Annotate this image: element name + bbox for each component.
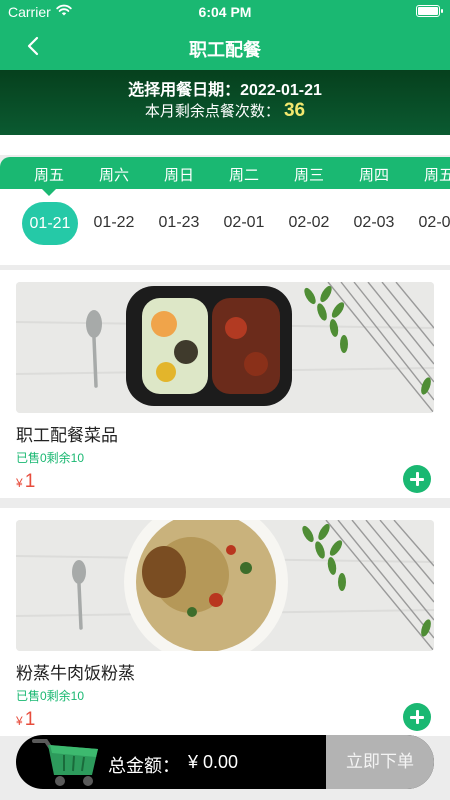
dish-price-value: 1 — [24, 709, 36, 730]
dish-stock: 已售0剩余10 — [16, 451, 85, 465]
date-tab[interactable]: 02-03 — [342, 214, 406, 232]
battery-icon — [416, 5, 443, 17]
weekday-tab[interactable]: 周六 — [84, 164, 144, 185]
add-to-cart-button[interactable] — [403, 703, 431, 731]
remaining-count-label: 本月剩余点餐次数： — [144, 103, 280, 120]
date-tab-selected[interactable]: 01-21 — [22, 202, 78, 245]
dish-price: ¥1 — [16, 709, 35, 731]
date-tabs: 01-21 01-22 01-23 02-01 02-02 02-03 02-0… — [0, 189, 450, 265]
header-spacer — [0, 135, 450, 155]
date-tab[interactable]: 02-02 — [277, 214, 341, 232]
meal-date-line: 选择用餐日期：2022-01-21 — [0, 76, 450, 100]
currency-symbol: ¥ — [16, 714, 23, 728]
shopping-cart-icon[interactable] — [28, 735, 106, 789]
date-tab[interactable]: 01-22 — [82, 214, 146, 232]
weekday-tab[interactable]: 周日 — [149, 164, 209, 185]
weekday-tab[interactable]: 周二 — [214, 164, 274, 185]
dish-photo — [16, 282, 434, 413]
weekday-tab[interactable]: 周五 — [409, 164, 450, 185]
weekday-tab[interactable]: 周三 — [279, 164, 339, 185]
dish-stock: 已售0剩余10 — [16, 689, 85, 703]
date-tab[interactable]: 02-01 — [212, 214, 276, 232]
remaining-count-line: 本月剩余点餐次数： 36 — [0, 100, 450, 122]
date-tab[interactable]: 02-04 — [407, 214, 450, 232]
weekday-tab[interactable]: 周五 — [19, 164, 79, 185]
dish-photo — [16, 520, 434, 651]
weekday-tabs: 周五 周六 周日 周二 周三 周四 周五 — [0, 157, 450, 189]
remaining-count-value: 36 — [283, 100, 306, 121]
dish-price-value: 1 — [24, 471, 36, 492]
dish-name: 职工配餐菜品 — [16, 426, 118, 445]
add-to-cart-button[interactable] — [403, 465, 431, 493]
date-tab[interactable]: 01-23 — [147, 214, 211, 232]
total-amount-label: 总金额： — [108, 756, 180, 776]
dish-price: ¥1 — [16, 471, 35, 493]
status-bar: Carrier 6:04 PM — [0, 0, 450, 24]
meal-date-value: 2022-01-21 — [240, 82, 322, 99]
dish-card: 职工配餐菜品 已售0剩余10 ¥1 — [0, 270, 450, 498]
dish-card: 粉蒸牛肉饭粉蒸 已售0剩余10 ¥1 — [0, 508, 450, 736]
cart-bar: 总金额： ¥ 0.00 立即下单 — [16, 735, 434, 789]
meal-info-banner: 选择用餐日期：2022-01-21 本月剩余点餐次数： 36 — [0, 70, 450, 135]
clock: 6:04 PM — [198, 4, 252, 20]
meal-date-label: 选择用餐日期： — [128, 82, 241, 99]
place-order-button[interactable]: 立即下单 — [326, 735, 434, 789]
currency-symbol: ¥ — [16, 476, 23, 490]
dish-name: 粉蒸牛肉饭粉蒸 — [16, 664, 135, 683]
total-amount-value: ¥ 0.00 — [188, 752, 239, 772]
selected-date-caret — [42, 189, 56, 196]
weekday-tab[interactable]: 周四 — [344, 164, 404, 185]
nav-bar: 职工配餐 — [0, 24, 450, 70]
page-title: 职工配餐 — [189, 40, 261, 60]
